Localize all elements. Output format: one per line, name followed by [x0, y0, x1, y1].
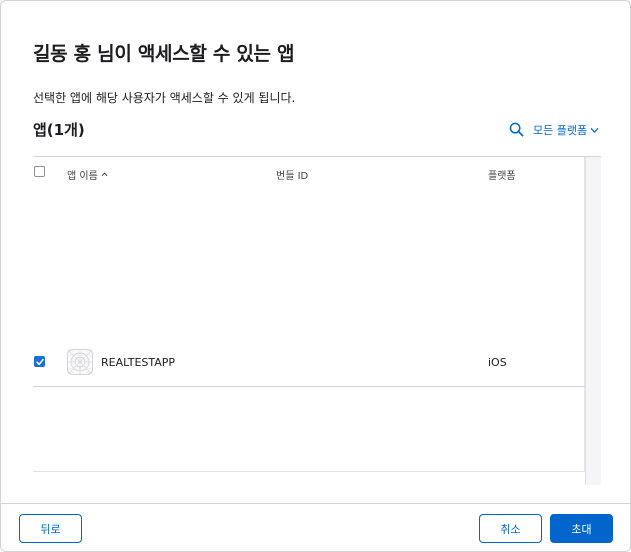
checkmark-icon: [36, 358, 44, 366]
row-divider: [33, 386, 585, 387]
app-name-cell: REALTESTAPP: [101, 356, 176, 369]
platform-filter-dropdown[interactable]: 모든 플랫폼: [533, 122, 599, 138]
search-icon[interactable]: [509, 122, 524, 137]
column-header-app-name[interactable]: 앱 이름: [67, 167, 108, 182]
apps-table-body: 앱 이름 번들 ID 플랫폼 REALTESTAPP iOS: [33, 157, 585, 472]
column-header-bundle-id[interactable]: 번들 ID: [276, 167, 308, 182]
back-button[interactable]: 뒤로: [19, 514, 82, 543]
footer-divider: [1, 503, 630, 504]
cancel-button[interactable]: 취소: [479, 514, 542, 543]
chevron-down-icon: [590, 127, 599, 133]
platform-cell: iOS: [488, 356, 507, 369]
app-access-dialog: 길동 홍 님이 액세스할 수 있는 앱 선택한 앱에 해당 사용자가 액세스할 …: [0, 0, 631, 552]
apps-table: 앱 이름 번들 ID 플랫폼 REALTESTAPP iOS: [33, 156, 601, 485]
app-placeholder-icon: [67, 349, 93, 375]
dialog-title: 길동 홍 님이 액세스할 수 있는 앱: [33, 43, 295, 65]
vertical-scrollbar[interactable]: [585, 157, 601, 485]
sort-ascending-icon: [101, 172, 108, 177]
horizontal-scrollbar[interactable]: [33, 472, 585, 485]
column-header-app-name-label: 앱 이름: [67, 171, 98, 182]
invite-button[interactable]: 초대: [550, 514, 613, 543]
column-header-platform[interactable]: 플랫폼: [488, 167, 516, 182]
platform-filter-label: 모든 플랫폼: [533, 124, 588, 137]
apps-section-title: 앱(1개): [33, 121, 85, 139]
row-checkbox[interactable]: [34, 356, 45, 367]
dialog-subtitle: 선택한 앱에 해당 사용자가 액세스할 수 있게 됩니다.: [33, 91, 296, 105]
select-all-checkbox[interactable]: [34, 166, 45, 177]
